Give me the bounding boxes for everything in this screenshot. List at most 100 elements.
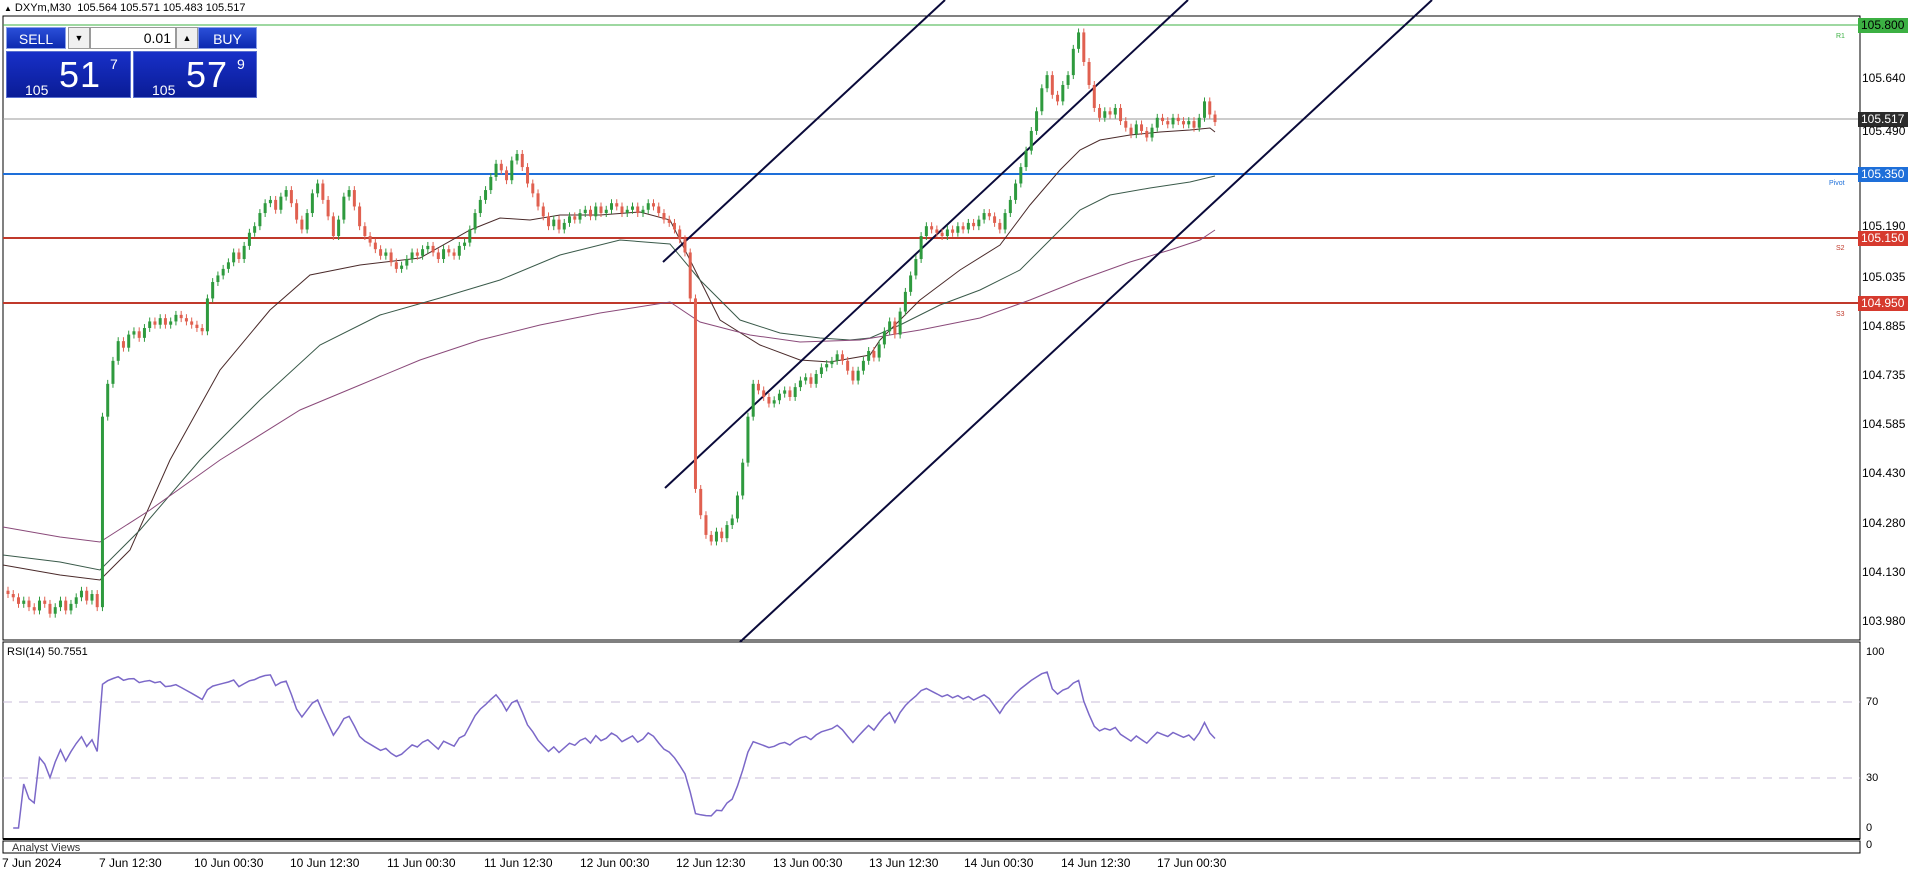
candle-body xyxy=(1166,121,1170,125)
candle-body xyxy=(746,416,750,463)
candle-body xyxy=(777,393,781,401)
candle-body xyxy=(610,203,613,210)
candle-body xyxy=(289,190,293,204)
candle-body xyxy=(793,387,797,397)
candle-body xyxy=(1098,107,1102,118)
candle-body xyxy=(268,199,272,204)
s3-line-label: S3 xyxy=(1836,311,1845,318)
candle-body xyxy=(1140,124,1144,131)
candle-body xyxy=(132,331,136,335)
candle-body xyxy=(174,314,178,322)
candle-body xyxy=(709,534,713,542)
candle-body xyxy=(903,291,907,312)
candle-body xyxy=(1171,117,1175,125)
candle-body xyxy=(526,167,530,184)
candle-body xyxy=(599,206,603,214)
analyst-views-label: Analyst Views xyxy=(12,842,81,854)
candle-body xyxy=(232,252,236,263)
lot-decrease-icon[interactable]: ▼ xyxy=(68,27,90,49)
candle-body xyxy=(961,226,965,230)
moving-average-mid xyxy=(2,175,1216,571)
candle-body xyxy=(22,600,26,604)
candle-body xyxy=(1155,117,1159,128)
candle-body xyxy=(200,328,204,332)
candle-body xyxy=(274,199,278,210)
candle-body xyxy=(998,222,1002,230)
candle-body xyxy=(158,318,162,325)
collapse-triangle-icon[interactable]: ▲ xyxy=(4,4,12,13)
candle-body xyxy=(321,183,325,200)
candle-body xyxy=(74,597,78,604)
x-tick-label: 13 Jun 12:30 xyxy=(869,856,939,870)
candle-body xyxy=(541,206,545,217)
candle-body xyxy=(966,222,970,230)
candle-body xyxy=(373,242,377,250)
candle-body xyxy=(53,607,57,614)
candle-body xyxy=(956,226,960,233)
candle-body xyxy=(363,226,367,237)
rsi-tick-70: 70 xyxy=(1866,696,1879,708)
candle-body xyxy=(116,341,120,361)
candle-body xyxy=(636,206,640,214)
candle-body xyxy=(714,531,718,542)
candle-body xyxy=(169,321,173,325)
x-tick-label: 17 Jun 00:30 xyxy=(1157,856,1227,870)
candle-body xyxy=(127,334,131,348)
candle-body xyxy=(945,229,949,237)
candle-body xyxy=(37,600,41,611)
symbol-info: DXYm,M30 xyxy=(14,2,72,14)
candle-body xyxy=(148,321,152,328)
sell-price-fraction: 7 xyxy=(110,56,118,72)
candle-body xyxy=(1213,114,1217,123)
candle-body xyxy=(1182,121,1186,125)
s2-price-tag: 105.150 xyxy=(1858,231,1908,246)
candle-body xyxy=(861,360,865,371)
candle-body xyxy=(358,206,362,227)
candle-body xyxy=(730,518,734,526)
buy-price-button[interactable]: 105 57 9 xyxy=(133,51,257,98)
candle-body xyxy=(814,373,818,384)
candle-body xyxy=(856,370,860,381)
candle-body xyxy=(1066,75,1070,85)
candle-body xyxy=(1103,111,1107,118)
candle-body xyxy=(1019,167,1023,184)
rsi-tick-0: 0 xyxy=(1866,822,1873,834)
y-tick-label: 104.280 xyxy=(1862,516,1906,530)
lot-increase-icon[interactable]: ▲ xyxy=(176,27,198,49)
buy-button[interactable]: BUY xyxy=(198,27,257,49)
x-tick-label: 13 Jun 00:30 xyxy=(773,856,843,870)
lot-size-input[interactable] xyxy=(90,27,176,49)
candle-body xyxy=(368,236,372,243)
candle-body xyxy=(788,390,792,397)
candle-body xyxy=(604,209,608,214)
x-tick-label: 14 Jun 12:30 xyxy=(1061,856,1131,870)
candle-body xyxy=(646,203,650,210)
candle-body xyxy=(6,590,10,595)
candle-body xyxy=(184,318,188,322)
candle-body xyxy=(972,222,976,227)
pivot-line-label: Pivot xyxy=(1829,180,1845,187)
candle-series xyxy=(6,28,1217,618)
candle-body xyxy=(651,203,655,207)
candle-body xyxy=(1161,117,1165,122)
buy-price-fraction: 9 xyxy=(237,56,245,72)
s2-line-label: S2 xyxy=(1836,245,1845,252)
candle-body xyxy=(205,298,209,332)
candle-body xyxy=(179,314,183,319)
analyst-tick-0: 0 xyxy=(1866,839,1873,851)
candle-body xyxy=(657,206,661,214)
candle-body xyxy=(43,600,47,604)
candle-body xyxy=(473,213,477,230)
candle-body xyxy=(547,216,551,227)
candle-body xyxy=(557,219,561,230)
candle-body xyxy=(421,249,425,256)
candle-body xyxy=(279,196,283,210)
candle-body xyxy=(893,321,897,335)
candle-body xyxy=(121,341,125,348)
sell-price-button[interactable]: 105 51 7 xyxy=(6,51,131,98)
x-tick-label: 12 Jun 00:30 xyxy=(580,856,650,870)
candle-body xyxy=(85,590,89,601)
candle-body xyxy=(457,245,461,256)
candle-body xyxy=(1050,75,1054,95)
sell-button[interactable]: SELL xyxy=(6,27,66,49)
